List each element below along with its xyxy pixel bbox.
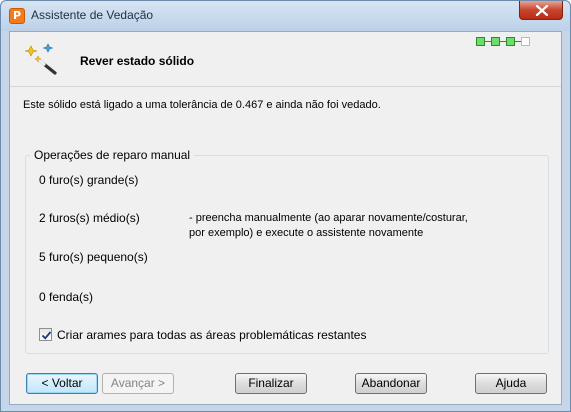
dialog-client-area: Rever estado sólido Este sólido está lig… (9, 31, 562, 405)
title-bar[interactable]: P Assistente de Vedação (1, 1, 570, 31)
create-wires-label[interactable]: Criar arames para todas as áreas problem… (57, 328, 366, 342)
next-button[interactable]: Avançar > (102, 373, 174, 394)
repair-note-line: por exemplo) e execute o assistente nova… (189, 227, 424, 239)
app-icon: P (9, 8, 25, 24)
wizard-progress-indicator (476, 37, 540, 47)
medium-holes-count: 2 furos(s) médio(s) (39, 211, 140, 225)
finish-button[interactable]: Finalizar (235, 373, 307, 394)
help-button[interactable]: Ajuda (475, 373, 547, 394)
tolerance-info-text: Este sólido está ligado a uma tolerância… (23, 99, 381, 111)
large-holes-count: 0 furo(s) grande(s) (39, 173, 139, 187)
back-button[interactable]: < Voltar (26, 373, 98, 394)
close-icon (535, 5, 549, 16)
dialog-window: P Assistente de Vedação Rever estado sól… (0, 0, 571, 412)
progress-step-done (491, 37, 500, 46)
gaps-count: 0 fenda(s) (39, 290, 94, 304)
progress-step-done (476, 37, 485, 46)
wizard-header: Rever estado sólido (10, 32, 561, 86)
group-title: Operações de reparo manual (30, 148, 195, 162)
checkmark-icon (41, 331, 52, 340)
create-wires-checkbox[interactable] (39, 328, 52, 341)
header-separator (10, 86, 561, 87)
progress-step-pending (521, 37, 530, 46)
repair-note-line: - preencha manualmente (ao aparar novame… (189, 212, 468, 224)
small-holes-count: 5 furo(s) pequeno(s) (39, 250, 148, 264)
abort-button[interactable]: Abandonar (355, 373, 427, 394)
magic-wand-icon (24, 43, 57, 75)
progress-step-done (506, 37, 515, 46)
close-button[interactable] (519, 1, 563, 20)
step-title: Rever estado sólido (80, 54, 195, 68)
window-title: Assistente de Vedação (31, 8, 154, 22)
repair-note: - preencha manualmente (ao aparar novame… (189, 211, 509, 241)
